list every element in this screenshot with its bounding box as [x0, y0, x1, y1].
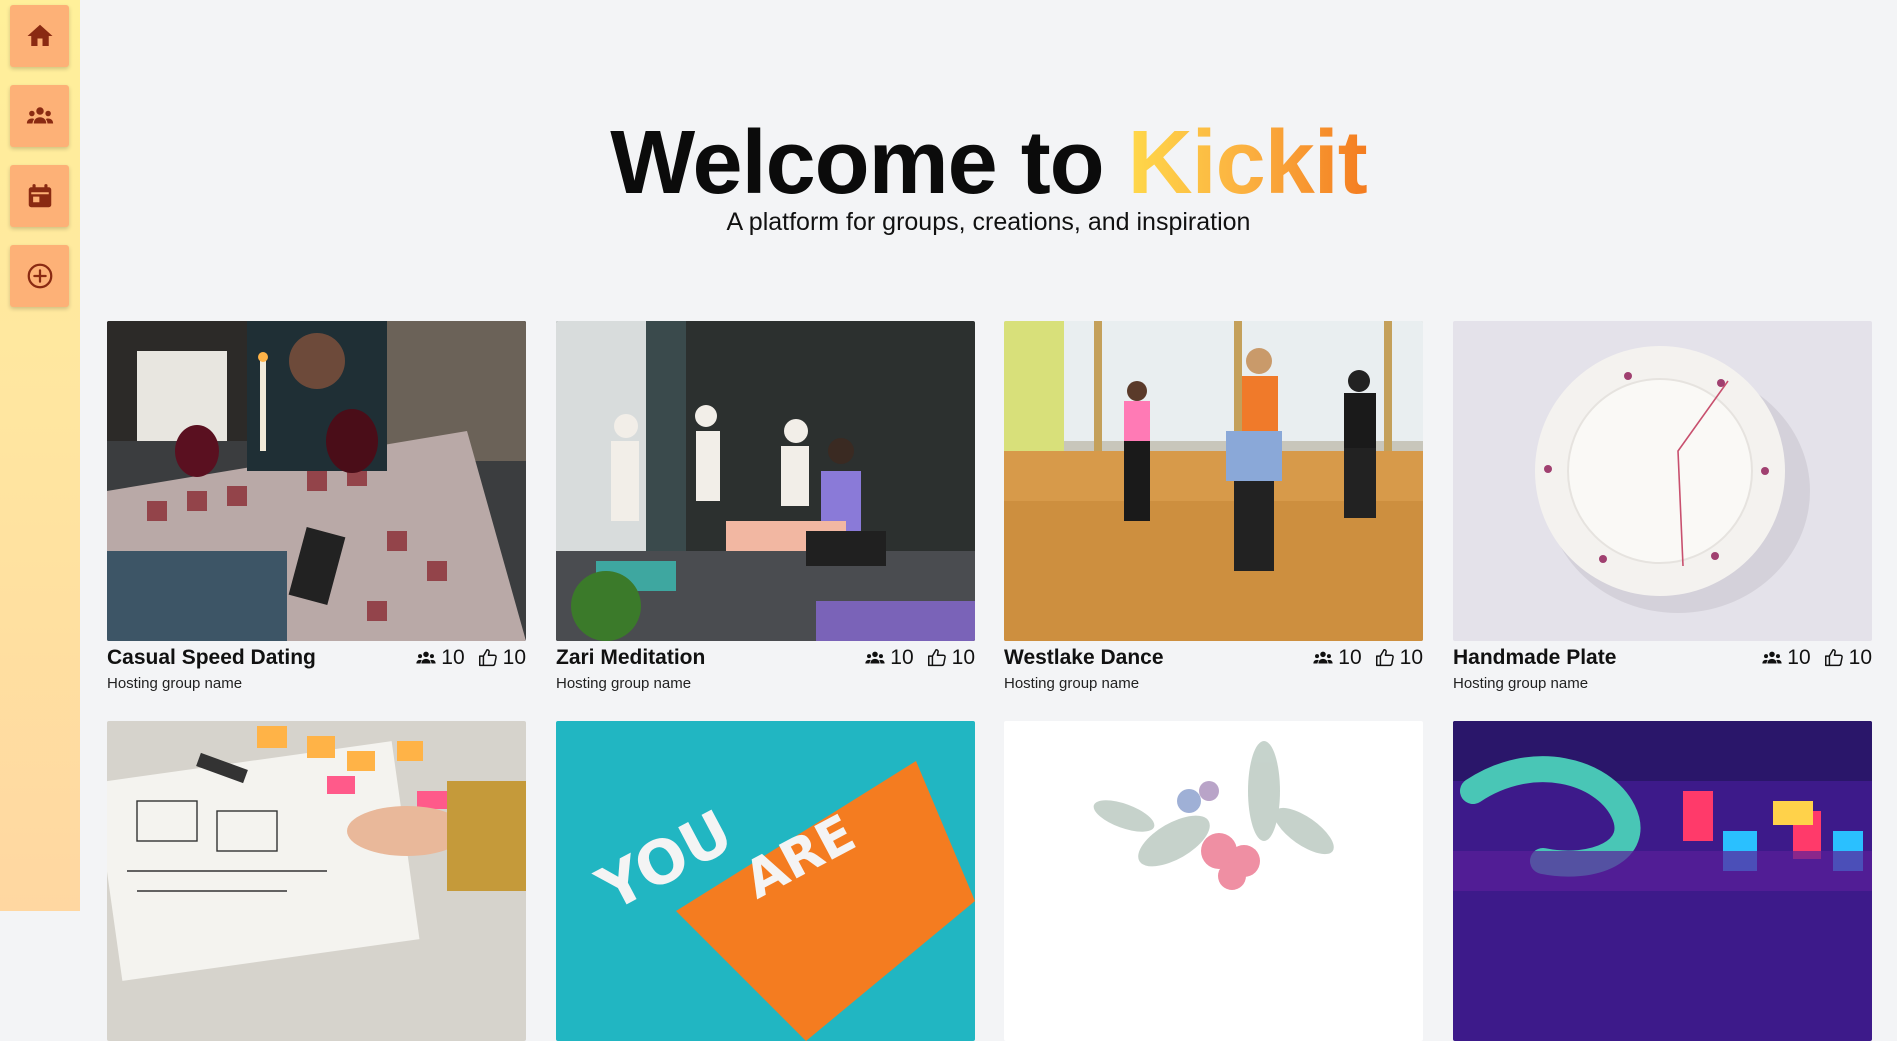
nav-home-button[interactable] [10, 5, 69, 67]
event-card[interactable]: Zari Meditation 10 10 Hosting group name [556, 321, 975, 692]
member-count: 10 [441, 646, 465, 669]
event-image-dance[interactable] [1004, 321, 1423, 641]
event-image-plate[interactable] [1453, 321, 1872, 641]
like-count: 10 [1848, 646, 1872, 669]
members-icon [1762, 651, 1782, 664]
event-title[interactable]: Handmade Plate [1453, 646, 1616, 670]
hosting-group[interactable]: Hosting group name [1453, 675, 1872, 692]
event-stats: 10 10 [1300, 646, 1423, 670]
like-icon[interactable] [1374, 647, 1396, 669]
page-subtitle: A platform for groups, creations, and in… [726, 208, 1251, 236]
event-title[interactable]: Zari Meditation [556, 646, 705, 670]
event-card[interactable]: YOU ARE [556, 721, 975, 1041]
add-circle-icon [27, 263, 52, 289]
like-count: 10 [502, 646, 526, 669]
member-count: 10 [1338, 646, 1362, 669]
event-stats: 10 10 [1749, 646, 1872, 670]
event-stats: 10 10 [403, 646, 526, 670]
title-prefix: Welcome to [610, 113, 1128, 213]
members-icon [1313, 651, 1333, 664]
event-card[interactable]: Handmade Plate 10 10 Hosting group name [1453, 321, 1872, 692]
hosting-group[interactable]: Hosting group name [1004, 675, 1423, 692]
event-card[interactable]: Westlake Dance 10 10 Hosting group name [1004, 321, 1423, 692]
brand-name: Kickit [1127, 113, 1368, 213]
like-icon[interactable] [1823, 647, 1845, 669]
event-card[interactable] [1453, 721, 1872, 1041]
event-card[interactable]: Casual Speed Dating 10 10 Hosting group … [107, 321, 526, 692]
home-icon [27, 24, 52, 46]
event-image-speed-dating[interactable] [107, 321, 526, 641]
event-stats: 10 10 [852, 646, 975, 670]
members-icon [416, 651, 436, 664]
member-count: 10 [1787, 646, 1811, 669]
like-count: 10 [1399, 646, 1423, 669]
page-title: Welcome to Kickit [0, 108, 1897, 218]
like-count: 10 [951, 646, 975, 669]
hosting-group[interactable]: Hosting group name [556, 675, 975, 692]
event-title[interactable]: Westlake Dance [1004, 646, 1164, 670]
event-card[interactable] [1004, 721, 1423, 1041]
event-image-sketching[interactable] [107, 721, 526, 1041]
like-icon[interactable] [926, 647, 948, 669]
event-card[interactable] [107, 721, 526, 1041]
hosting-group[interactable]: Hosting group name [107, 675, 526, 692]
event-image-flowers[interactable] [1004, 721, 1423, 1041]
event-image-you-are[interactable]: YOU ARE [556, 721, 975, 1041]
members-icon [865, 651, 885, 664]
event-image-meditation[interactable] [556, 321, 975, 641]
member-count: 10 [890, 646, 914, 669]
event-image-arcade[interactable] [1453, 721, 1872, 1041]
event-title[interactable]: Casual Speed Dating [107, 646, 316, 670]
nav-create-button[interactable] [10, 245, 69, 307]
like-icon[interactable] [477, 647, 499, 669]
